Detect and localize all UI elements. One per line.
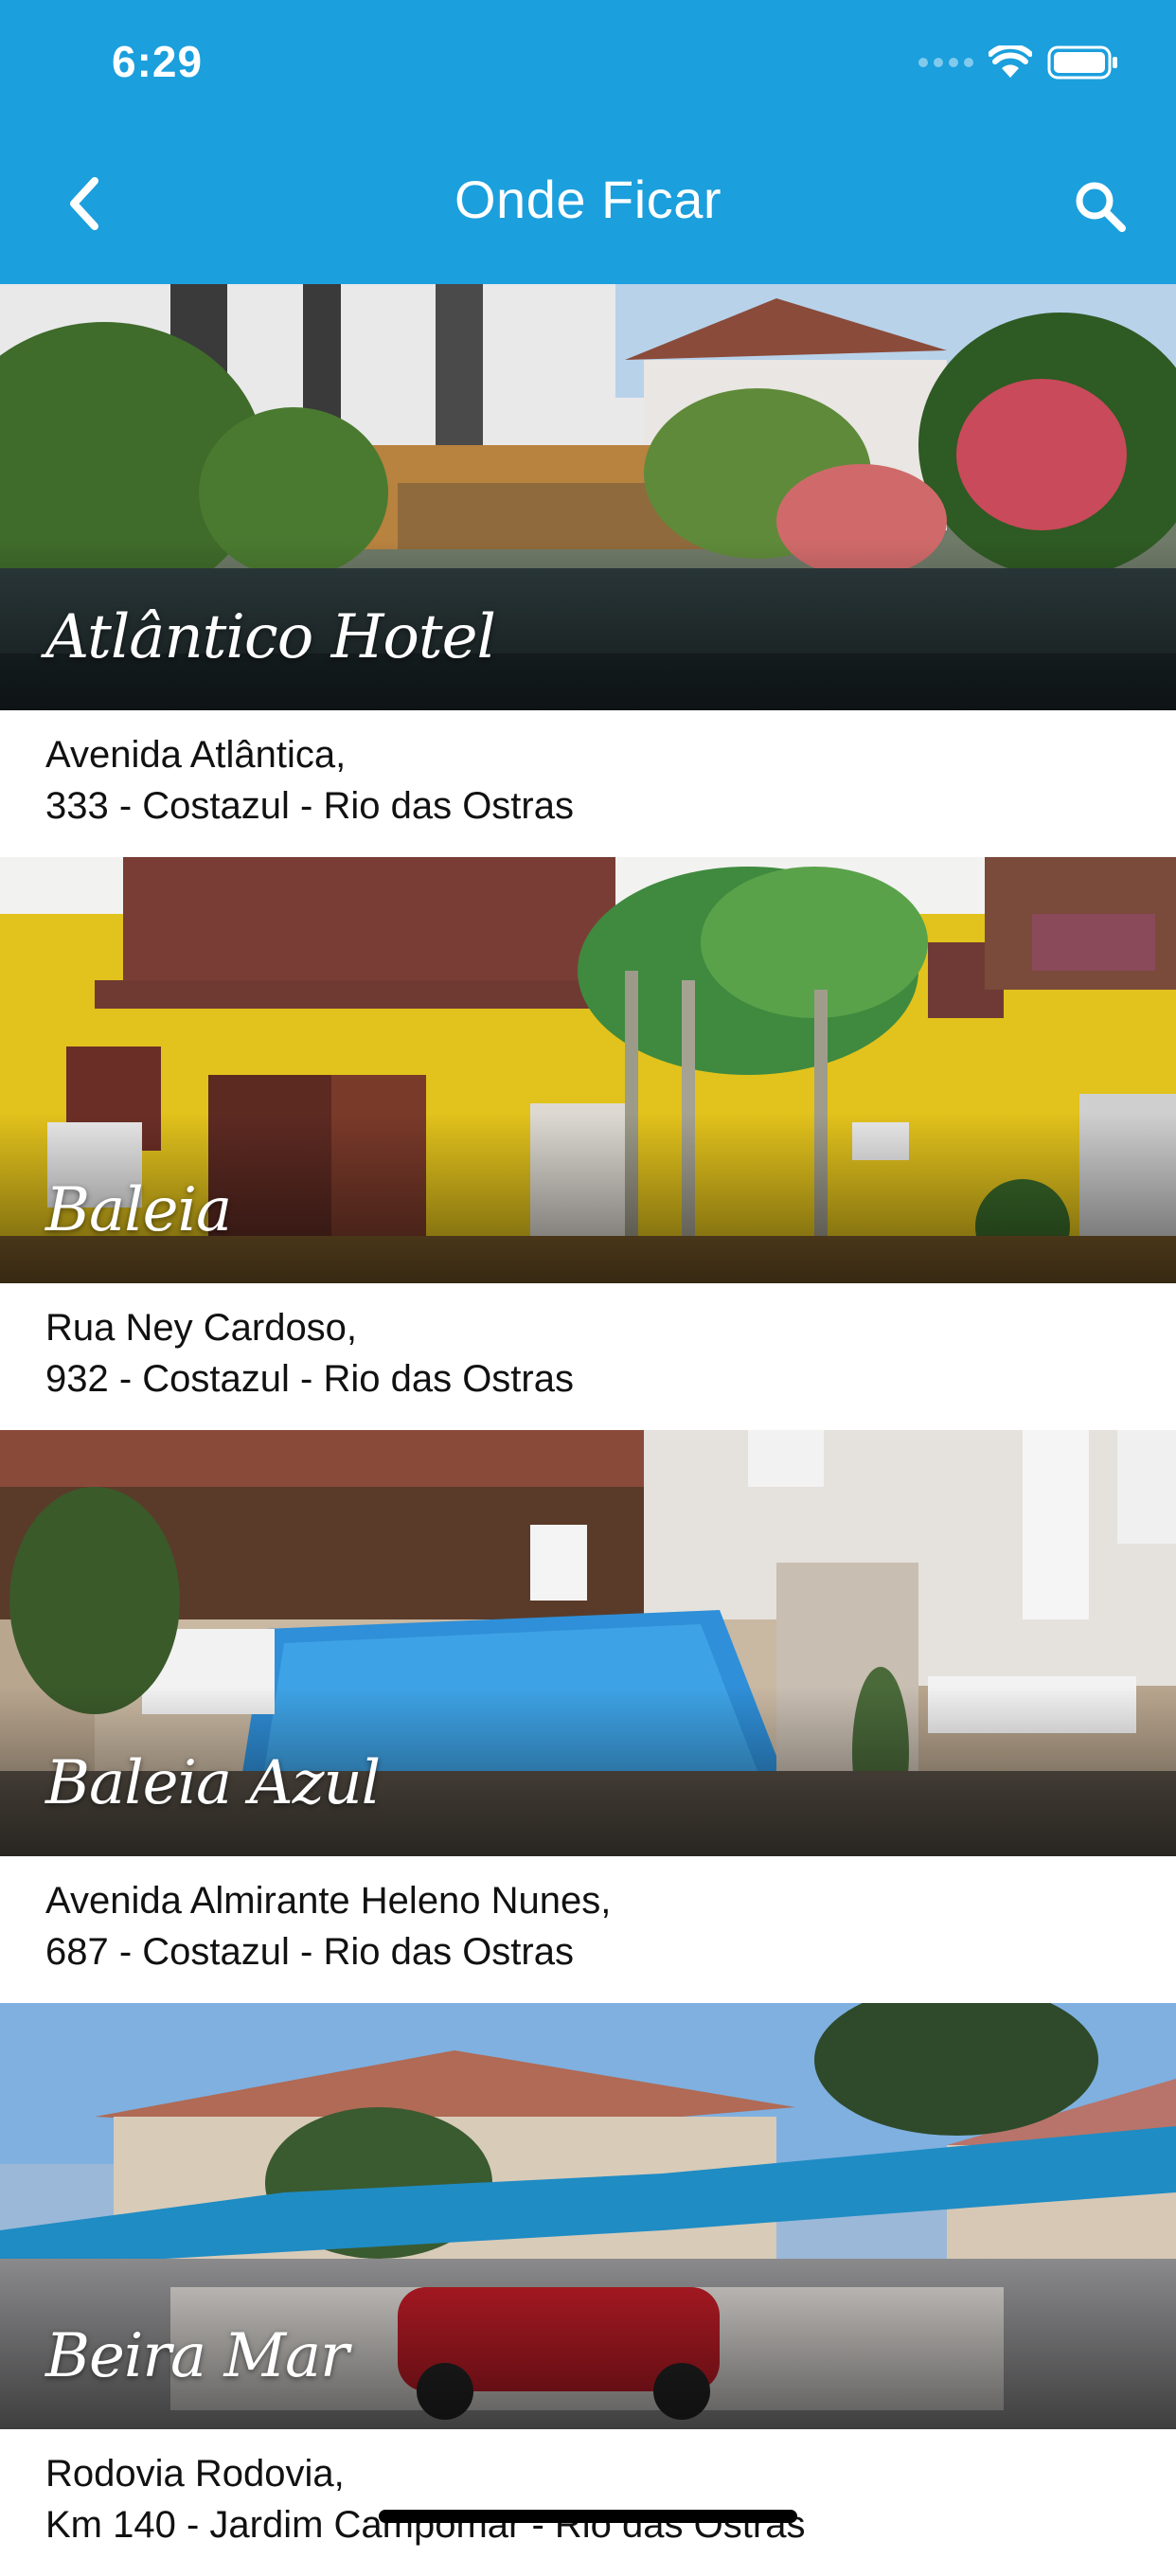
search-icon: [1076, 182, 1126, 232]
battery-icon: [1047, 45, 1117, 80]
home-indicator[interactable]: [379, 2510, 797, 2523]
hotel-address: Avenida Atlântica, 333 - Costazul - Rio …: [45, 729, 1134, 832]
address-line: Avenida Atlântica,: [45, 734, 347, 776]
hotel-list: Atlântico Hotel Avenida Atlântica, 333 -…: [0, 284, 1176, 2576]
hotel-name: Baleia Azul: [45, 1748, 381, 1818]
signal-icon: [918, 58, 973, 67]
page-title: Onde Ficar: [454, 170, 722, 229]
hotel-name: Beira Mar: [45, 2321, 349, 2391]
hotel-photo: Atlântico Hotel: [0, 284, 1176, 710]
search-button[interactable]: [1064, 170, 1136, 242]
hotel-card[interactable]: Beira Mar Rodovia Rodovia, Km 140 - Jard…: [0, 2003, 1176, 2576]
status-time: 6:29: [112, 37, 204, 86]
hotel-photo: Baleia Azul: [0, 1430, 1176, 1856]
app-header: 6:29 Onde Ficar: [0, 0, 1176, 284]
hotel-card[interactable]: Baleia Azul Avenida Almirante Heleno Nun…: [0, 1430, 1176, 2003]
hotel-address: Rua Ney Cardoso, 932 - Costazul - Rio da…: [45, 1302, 1134, 1404]
address-line: Km 140 - Jardim Campomar - Rio das Ostra…: [45, 2504, 806, 2546]
address-line: 687 - Costazul - Rio das Ostras: [45, 1931, 574, 1973]
hotel-card[interactable]: Baleia Rua Ney Cardoso, 932 - Costazul -…: [0, 857, 1176, 1430]
wifi-icon: [989, 45, 1032, 78]
hotel-card[interactable]: Atlântico Hotel Avenida Atlântica, 333 -…: [0, 284, 1176, 857]
hotel-address: Rodovia Rodovia, Km 140 - Jardim Campoma…: [45, 2448, 1134, 2550]
hotel-name: Atlântico Hotel: [45, 602, 496, 672]
hotel-photo: Baleia: [0, 857, 1176, 1283]
address-line: 932 - Costazul - Rio das Ostras: [45, 1358, 574, 1400]
address-line: Avenida Almirante Heleno Nunes,: [45, 1880, 612, 1922]
hotel-address: Avenida Almirante Heleno Nunes, 687 - Co…: [45, 1875, 1134, 1977]
address-line: 333 - Costazul - Rio das Ostras: [45, 785, 574, 827]
address-line: Rua Ney Cardoso,: [45, 1307, 358, 1349]
address-line: Rodovia Rodovia,: [45, 2453, 345, 2495]
hotel-name: Baleia: [45, 1175, 232, 1245]
status-icons: [918, 42, 1119, 83]
hotel-photo: Beira Mar: [0, 2003, 1176, 2429]
